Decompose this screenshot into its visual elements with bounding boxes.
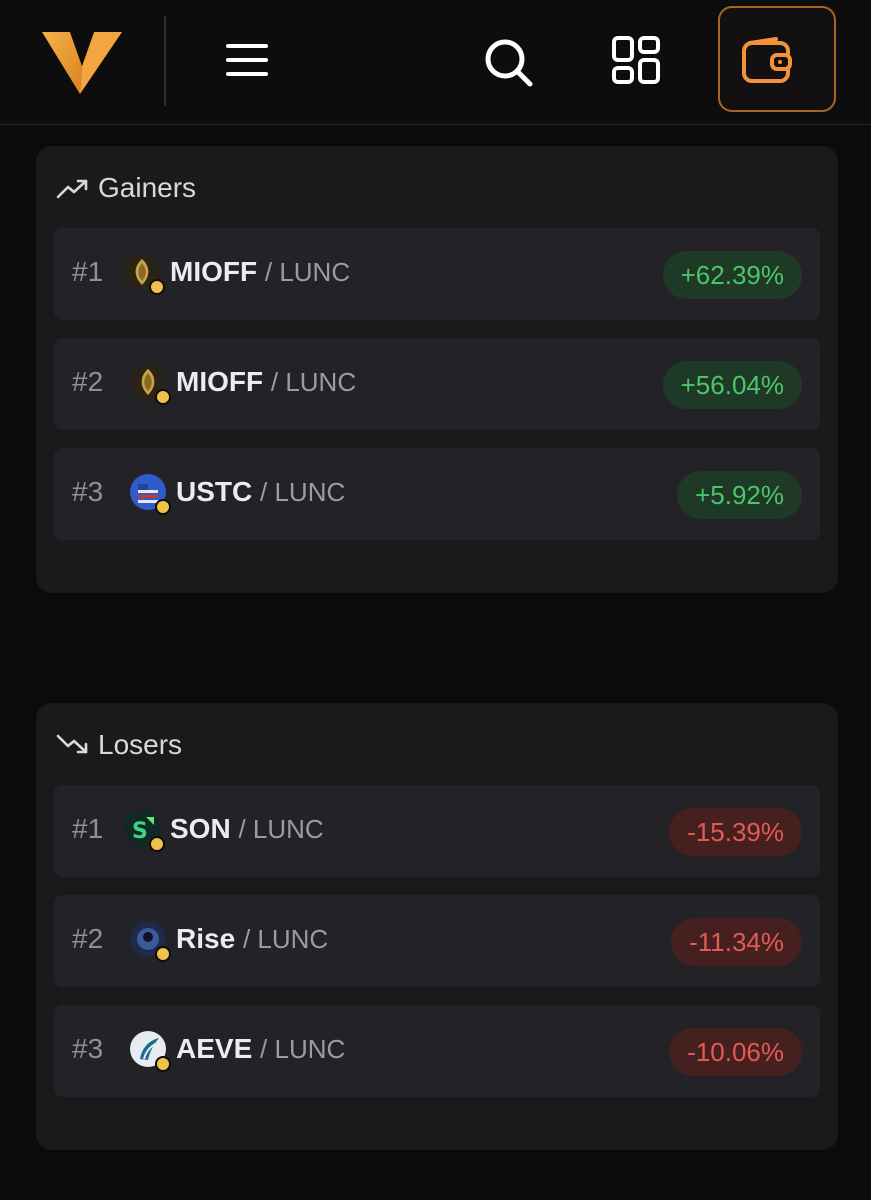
rank-label: #3	[72, 476, 104, 507]
lunc-badge-icon	[155, 1056, 171, 1072]
lunc-badge-icon	[155, 499, 171, 515]
pair-label: MIOFF / LUNC	[170, 256, 350, 288]
v-logo[interactable]	[40, 28, 124, 98]
lunc-badge-icon	[149, 836, 165, 852]
losers-title: Losers	[98, 729, 183, 760]
token-symbol: AEVE	[176, 1033, 253, 1064]
lunc-badge-icon	[155, 946, 171, 962]
top-bar	[0, 0, 871, 125]
losers-panel: Losers #1 S SON / LUNC -15.39% #2 Rise /…	[36, 703, 838, 1150]
pair-label: MIOFF / LUNC	[176, 366, 356, 398]
quote-symbol: / LUNC	[238, 814, 324, 844]
rank-label: #2	[72, 923, 104, 954]
gainers-title: Gainers	[98, 172, 197, 203]
hamburger-menu-icon[interactable]	[222, 36, 274, 84]
quote-symbol: / LUNC	[260, 477, 346, 507]
losers-heading: Losers	[56, 727, 182, 763]
son-coin-icon: S	[124, 811, 165, 852]
change-badge: +5.92%	[677, 471, 802, 519]
token-symbol: USTC	[176, 476, 253, 507]
lunc-badge-icon	[155, 389, 171, 405]
gainer-row-3[interactable]: #3 USTC / LUNC +5.92%	[54, 448, 820, 540]
token-symbol: Rise	[176, 923, 236, 954]
trending-up-icon	[56, 179, 88, 199]
rank-label: #1	[72, 256, 104, 287]
mioff-coin-icon	[124, 254, 165, 295]
gainers-heading: Gainers	[56, 170, 196, 206]
change-badge: +56.04%	[662, 361, 802, 409]
gainer-row-2[interactable]: #2 MIOFF / LUNC +56.04%	[54, 338, 820, 430]
rise-coin-icon	[130, 921, 171, 962]
token-symbol: MIOFF	[170, 256, 258, 287]
ustc-coin-icon	[130, 474, 171, 515]
loser-row-3[interactable]: #3 AEVE / LUNC -10.06%	[54, 1005, 820, 1097]
quote-symbol: / LUNC	[260, 1034, 346, 1064]
change-badge: -10.06%	[669, 1028, 802, 1076]
rank-label: #1	[72, 813, 104, 844]
header-divider	[164, 16, 166, 106]
mioff-coin-icon	[130, 364, 171, 405]
change-badge: -15.39%	[669, 808, 802, 856]
svg-text:S: S	[132, 819, 148, 844]
rank-label: #2	[72, 366, 104, 397]
wallet-button[interactable]	[718, 6, 836, 112]
token-symbol: SON	[170, 813, 231, 844]
gainers-panel: Gainers #1 MIOFF / LUNC +62.39% #2 MIOFF…	[36, 146, 838, 593]
search-icon[interactable]	[478, 32, 538, 92]
trending-down-icon	[56, 734, 88, 754]
rank-label: #3	[72, 1033, 104, 1064]
pair-label: USTC / LUNC	[176, 476, 345, 508]
change-badge: +62.39%	[662, 251, 802, 299]
pair-label: Rise / LUNC	[176, 923, 328, 955]
token-symbol: MIOFF	[176, 366, 264, 397]
change-badge: -11.34%	[671, 918, 802, 966]
quote-symbol: / LUNC	[242, 924, 329, 954]
apps-grid-icon[interactable]	[606, 32, 666, 92]
quote-symbol: / LUNC	[270, 367, 357, 397]
loser-row-1[interactable]: #1 S SON / LUNC -15.39%	[54, 785, 820, 877]
lunc-badge-icon	[149, 279, 165, 295]
loser-row-2[interactable]: #2 Rise / LUNC -11.34%	[54, 895, 820, 987]
pair-label: AEVE / LUNC	[176, 1033, 345, 1065]
gainer-row-1[interactable]: #1 MIOFF / LUNC +62.39%	[54, 228, 820, 320]
pair-label: SON / LUNC	[170, 813, 324, 845]
wallet-icon	[742, 37, 792, 83]
aeve-coin-icon	[130, 1031, 171, 1072]
quote-symbol: / LUNC	[264, 257, 351, 287]
